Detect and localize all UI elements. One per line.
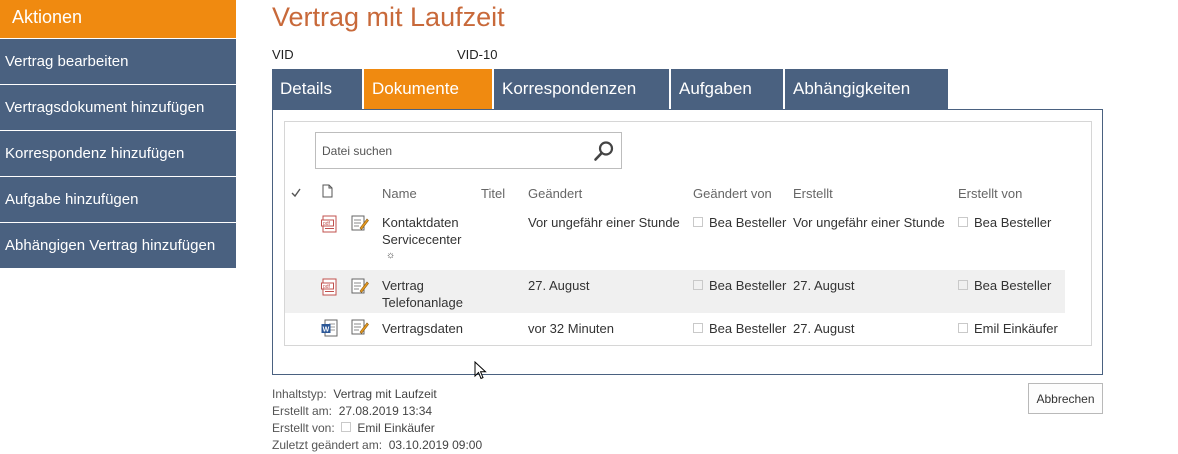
edit-properties-icon[interactable] [351, 277, 369, 295]
column-header-erstellt-von[interactable]: Erstellt von [958, 186, 1022, 201]
user-name: Bea Besteller [974, 215, 1052, 230]
vid-label: VID [272, 47, 294, 62]
document-name-link[interactable]: Kontaktdaten Servicecenter [382, 214, 461, 248]
column-header-geaendert-von[interactable]: Geändert von [693, 186, 772, 201]
document-name-line1: Vertrag [382, 278, 424, 293]
cell-erstellt-von[interactable]: Bea Besteller [958, 214, 1051, 231]
presence-icon [693, 280, 703, 290]
cell-geaendert-von[interactable]: Bea Besteller [693, 214, 786, 231]
metadata-label: Erstellt von: [272, 421, 335, 435]
document-name-link[interactable]: Vertragsdaten [382, 320, 463, 337]
pdf-file-icon: pdf [321, 215, 337, 233]
tab-abhaengigkeiten[interactable]: Abhängigkeiten [785, 69, 948, 109]
table-row[interactable]: pdf Kontaktdaten Servicecenter ☼ Vor ung… [285, 210, 1065, 270]
search-input[interactable] [316, 133, 586, 168]
cell-erstellt: 27. August [793, 278, 855, 293]
page-title: Vertrag mit Laufzeit [272, 2, 505, 32]
actions-sidebar: Aktionen Vertrag bearbeiten Vertragsdoku… [0, 0, 236, 268]
metadata-label: Erstellt am: [272, 404, 333, 418]
sidebar-header: Aktionen [0, 0, 236, 38]
search-icon[interactable] [593, 140, 615, 162]
search-box [315, 132, 622, 169]
metadata-value: 27.08.2019 13:34 [338, 404, 433, 418]
cell-erstellt: 27. August [793, 321, 855, 336]
file-type-header-icon [322, 184, 333, 198]
user-name: Bea Besteller [709, 321, 787, 336]
presence-icon [958, 280, 968, 290]
edit-properties-icon[interactable] [351, 214, 369, 232]
vid-value: VID-10 [457, 47, 498, 62]
document-library: Name Titel Geändert Geändert von Erstell… [284, 121, 1092, 346]
user-name: Bea Besteller [974, 278, 1052, 293]
svg-text:pdf: pdf [323, 221, 331, 227]
metadata-value: 03.10.2019 09:00 [388, 438, 483, 452]
cell-erstellt: Vor ungefähr einer Stunde [793, 215, 945, 230]
user-name: Bea Besteller [709, 215, 787, 230]
cell-geaendert: vor 32 Minuten [528, 321, 614, 336]
document-name-line2: Servicecenter [382, 232, 462, 247]
table-row[interactable]: pdf Vertrag Telefonanlage 27. August Bea… [285, 270, 1065, 313]
column-header-titel[interactable]: Titel [481, 186, 505, 201]
tab-aufgaben[interactable]: Aufgaben [671, 69, 783, 109]
metadata-value: Vertrag mit Laufzeit [333, 387, 437, 401]
presence-icon [958, 323, 968, 333]
column-header-name[interactable]: Name [382, 186, 417, 201]
metadata-zuletzt-geaendert: Zuletzt geändert am: 03.10.2019 09:00 [272, 437, 482, 454]
sidebar-item-korrespondenz-hinzufuegen[interactable]: Korrespondenz hinzufügen [0, 131, 236, 176]
document-name-line1: Kontaktdaten [382, 215, 459, 230]
user-name: Bea Besteller [709, 278, 787, 293]
tab-korrespondenzen[interactable]: Korrespondenzen [494, 69, 669, 109]
cell-geaendert: 27. August [528, 278, 590, 293]
svg-text:W: W [323, 327, 330, 334]
sidebar-item-vertragsdokument-hinzufuegen[interactable]: Vertragsdokument hinzufügen [0, 85, 236, 130]
sidebar-item-abhaengigen-vertrag-hinzufuegen[interactable]: Abhängigen Vertrag hinzufügen [0, 223, 236, 268]
column-header-erstellt[interactable]: Erstellt [793, 186, 833, 201]
pdf-file-icon: pdf [321, 278, 337, 296]
sidebar-item-vertrag-bearbeiten[interactable]: Vertrag bearbeiten [0, 39, 236, 84]
presence-icon [693, 217, 703, 227]
tab-bar: Details Dokumente Korrespondenzen Aufgab… [272, 69, 950, 109]
edit-properties-icon[interactable] [351, 318, 369, 336]
presence-icon [958, 217, 968, 227]
item-metadata: Inhaltstyp: Vertrag mit Laufzeit Erstell… [272, 386, 482, 454]
documents-panel: Name Titel Geändert Geändert von Erstell… [272, 109, 1103, 375]
word-file-icon: W [321, 319, 338, 337]
cell-geaendert-von[interactable]: Bea Besteller [693, 320, 786, 337]
metadata-erstellt-am: Erstellt am: 27.08.2019 13:34 [272, 403, 482, 420]
sidebar-item-aufgabe-hinzufuegen[interactable]: Aufgabe hinzufügen [0, 177, 236, 222]
svg-text:pdf: pdf [323, 284, 331, 290]
metadata-value[interactable]: Emil Einkäufer [357, 421, 434, 435]
metadata-label: Zuletzt geändert am: [272, 438, 383, 452]
metadata-label: Inhaltstyp: [272, 387, 327, 401]
tab-dokumente[interactable]: Dokumente [364, 69, 492, 109]
cancel-button[interactable]: Abbrechen [1028, 383, 1103, 414]
column-header-geaendert[interactable]: Geändert [528, 186, 582, 201]
cell-geaendert: Vor ungefähr einer Stunde [528, 215, 680, 230]
mouse-pointer-icon [474, 361, 487, 380]
cell-erstellt-von[interactable]: Emil Einkäufer [958, 320, 1058, 337]
table-row[interactable]: W Vertragsdaten vor 32 Minuten Bea Beste… [285, 313, 1065, 343]
metadata-inhaltstyp: Inhaltstyp: Vertrag mit Laufzeit [272, 386, 482, 403]
tab-details[interactable]: Details [272, 69, 362, 109]
user-name: Emil Einkäufer [974, 321, 1058, 336]
cell-geaendert-von[interactable]: Bea Besteller [693, 277, 786, 294]
cell-erstellt-von[interactable]: Bea Besteller [958, 277, 1051, 294]
document-name-line2: Telefonanlage [382, 295, 463, 310]
document-name-link[interactable]: Vertrag Telefonanlage [382, 277, 463, 311]
presence-icon [341, 422, 352, 432]
select-all-checkmark-icon[interactable] [291, 188, 301, 198]
metadata-erstellt-von: Erstellt von: Emil Einkäufer [272, 420, 482, 437]
document-name-line1: Vertragsdaten [382, 321, 463, 336]
presence-icon [693, 323, 703, 333]
new-item-icon: ☼ [386, 250, 396, 261]
